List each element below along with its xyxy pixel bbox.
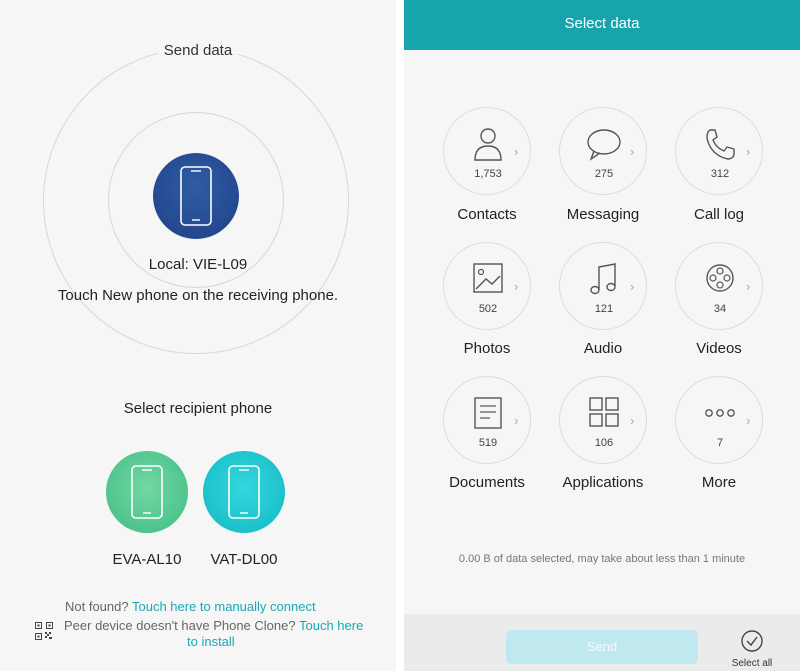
chevron-right-icon: › — [630, 413, 635, 428]
chevron-right-icon: › — [746, 279, 751, 294]
item-label: Contacts — [457, 206, 517, 223]
select-all-label: Select all — [731, 658, 773, 669]
item-count: 275 — [594, 168, 614, 180]
install-link[interactable]: Touch here — [299, 618, 363, 633]
item-count: 312 — [710, 168, 730, 180]
document-icon — [474, 397, 502, 429]
photo-icon — [473, 263, 503, 293]
install-link-continued[interactable]: to install — [187, 634, 235, 649]
message-icon — [587, 129, 621, 161]
data-type-audio[interactable]: › 121 — [559, 242, 647, 330]
chevron-right-icon: › — [746, 144, 751, 159]
item-label: Videos — [696, 340, 742, 357]
music-icon — [590, 263, 616, 295]
recipient-name: VAT-DL00 — [210, 551, 278, 568]
send-data-title: Send data — [157, 42, 239, 59]
chevron-right-icon: › — [514, 279, 519, 294]
more-dots-icon — [705, 409, 735, 417]
item-count: 7 — [716, 437, 724, 449]
not-found-text: Not found? — [65, 599, 129, 614]
touch-hint: Touch New phone on the receiving phone. — [57, 287, 339, 304]
item-count: 1,753 — [474, 168, 502, 180]
data-type-videos[interactable]: › 34 — [675, 242, 763, 330]
peer-text: Peer device doesn't have Phone Clone? — [64, 618, 296, 633]
check-circle-icon — [741, 630, 763, 652]
data-type-documents[interactable]: › 519 — [443, 376, 531, 464]
data-type-more[interactable]: › 7 — [675, 376, 763, 464]
send-button[interactable]: Send — [506, 630, 698, 664]
chevron-right-icon: › — [514, 144, 519, 159]
phone-icon — [706, 129, 735, 160]
data-type-messaging[interactable]: › 275 — [559, 107, 647, 195]
item-count: 106 — [594, 437, 614, 449]
local-phone-icon — [153, 153, 239, 239]
item-label: More — [701, 474, 737, 491]
not-found-row: Not found? Touch here to manually connec… — [65, 599, 316, 614]
item-label: Applications — [562, 474, 644, 491]
select-all-button[interactable] — [730, 629, 774, 658]
item-label: Call log — [693, 206, 745, 223]
selection-summary: 0.00 B of data selected, may take about … — [458, 553, 746, 565]
item-count: 34 — [713, 303, 727, 315]
recipient-phone-button[interactable] — [106, 451, 188, 533]
item-label: Documents — [449, 474, 525, 491]
item-label: Messaging — [566, 206, 640, 223]
chevron-right-icon: › — [746, 413, 751, 428]
manual-connect-link[interactable]: Touch here to manually connect — [132, 599, 316, 614]
item-count: 502 — [478, 303, 498, 315]
header-bar: Select data — [404, 0, 800, 50]
data-type-contacts[interactable]: › 1,753 — [443, 107, 531, 195]
send-data-panel: Send data Local: VIE-L09 Touch New phone… — [0, 0, 396, 671]
item-label: Photos — [463, 340, 511, 357]
recipient-phone-button[interactable] — [203, 451, 285, 533]
film-reel-icon — [706, 264, 734, 292]
data-type-applications[interactable]: › 106 — [559, 376, 647, 464]
peer-install-row: Peer device doesn't have Phone Clone? To… — [64, 618, 363, 634]
page-title: Select data — [564, 15, 640, 32]
apps-grid-icon — [589, 397, 619, 427]
chevron-right-icon: › — [630, 279, 635, 294]
qr-code-icon[interactable] — [35, 622, 53, 640]
item-count: 519 — [478, 437, 498, 449]
select-data-panel: Select data › 1,753 Contacts › 275 Messa… — [404, 0, 800, 671]
item-count: 121 — [594, 303, 614, 315]
contact-icon — [474, 128, 502, 161]
recipient-title: Select recipient phone — [123, 400, 273, 417]
chevron-right-icon: › — [514, 413, 519, 428]
data-type-call-log[interactable]: › 312 — [675, 107, 763, 195]
local-device-name: Local: VIE-L09 — [148, 256, 248, 273]
chevron-right-icon: › — [630, 144, 635, 159]
data-type-photos[interactable]: › 502 — [443, 242, 531, 330]
item-label: Audio — [583, 340, 623, 357]
